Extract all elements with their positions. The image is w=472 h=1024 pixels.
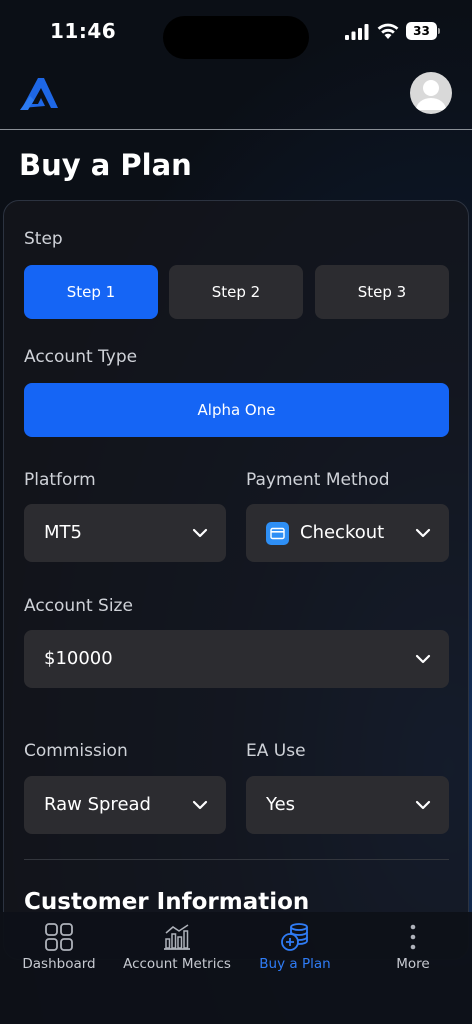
tab-more-label: More xyxy=(396,956,430,972)
account-size-select[interactable]: $10000 xyxy=(24,630,449,688)
ea-use-value: Yes xyxy=(266,794,296,815)
app-header xyxy=(0,62,472,130)
chevron-down-icon xyxy=(415,528,431,538)
chart-icon xyxy=(164,924,190,950)
brand-logo-icon[interactable] xyxy=(18,70,62,114)
step-2-button[interactable]: Step 2 xyxy=(169,265,303,319)
user-avatar-icon[interactable] xyxy=(410,72,452,114)
coins-icon xyxy=(281,923,308,951)
more-icon xyxy=(410,924,416,950)
account-type-label: Account Type xyxy=(24,347,138,367)
person-icon xyxy=(416,80,446,110)
chevron-down-icon xyxy=(415,800,431,810)
tab-account-metrics[interactable]: Account Metrics xyxy=(118,912,236,992)
tab-dashboard[interactable]: Dashboard xyxy=(0,912,118,992)
account-size-label: Account Size xyxy=(24,596,133,616)
payment-method-label: Payment Method xyxy=(246,470,390,490)
status-bar: 11:46 33 xyxy=(0,0,472,62)
tab-buy-a-plan-label: Buy a Plan xyxy=(259,956,331,972)
section-divider xyxy=(24,859,449,860)
platform-select[interactable]: MT5 xyxy=(24,504,226,562)
payment-method-select[interactable]: Checkout xyxy=(246,504,449,562)
tab-buy-a-plan[interactable]: Buy a Plan xyxy=(236,912,354,992)
battery-icon: 33 xyxy=(406,22,440,40)
signal-icon xyxy=(345,24,369,40)
bottom-tab-bar: Dashboard Account Metrics Buy a Plan Mor… xyxy=(0,912,472,1024)
credit-card-icon xyxy=(266,522,289,545)
commission-label: Commission xyxy=(24,741,128,761)
ea-use-label: EA Use xyxy=(246,741,306,761)
payment-method-value: Checkout xyxy=(300,522,385,543)
step-label: Step xyxy=(24,229,63,249)
step-1-button[interactable]: Step 1 xyxy=(24,265,158,319)
tab-account-metrics-label: Account Metrics xyxy=(123,956,231,972)
status-time: 11:46 xyxy=(50,19,117,43)
chevron-down-icon xyxy=(192,528,208,538)
commission-value: Raw Spread xyxy=(44,794,151,815)
page-title: Buy a Plan xyxy=(19,148,192,182)
commission-select[interactable]: Raw Spread xyxy=(24,776,226,834)
tab-dashboard-label: Dashboard xyxy=(22,956,96,972)
account-size-value: $10000 xyxy=(44,648,113,669)
dynamic-island xyxy=(163,16,309,59)
chevron-down-icon xyxy=(192,800,208,810)
wifi-icon xyxy=(377,23,399,39)
platform-value: MT5 xyxy=(44,522,82,543)
plan-form-card: Step Step 1 Step 2 Step 3 Account Type A… xyxy=(3,200,469,960)
step-3-button[interactable]: Step 3 xyxy=(315,265,449,319)
battery-cap xyxy=(438,28,440,34)
chevron-down-icon xyxy=(415,654,431,664)
battery-level: 33 xyxy=(406,22,437,40)
grid-icon xyxy=(45,923,73,951)
platform-label: Platform xyxy=(24,470,96,490)
tab-more[interactable]: More xyxy=(354,912,472,992)
account-type-alpha-one-button[interactable]: Alpha One xyxy=(24,383,449,437)
ea-use-select[interactable]: Yes xyxy=(246,776,449,834)
